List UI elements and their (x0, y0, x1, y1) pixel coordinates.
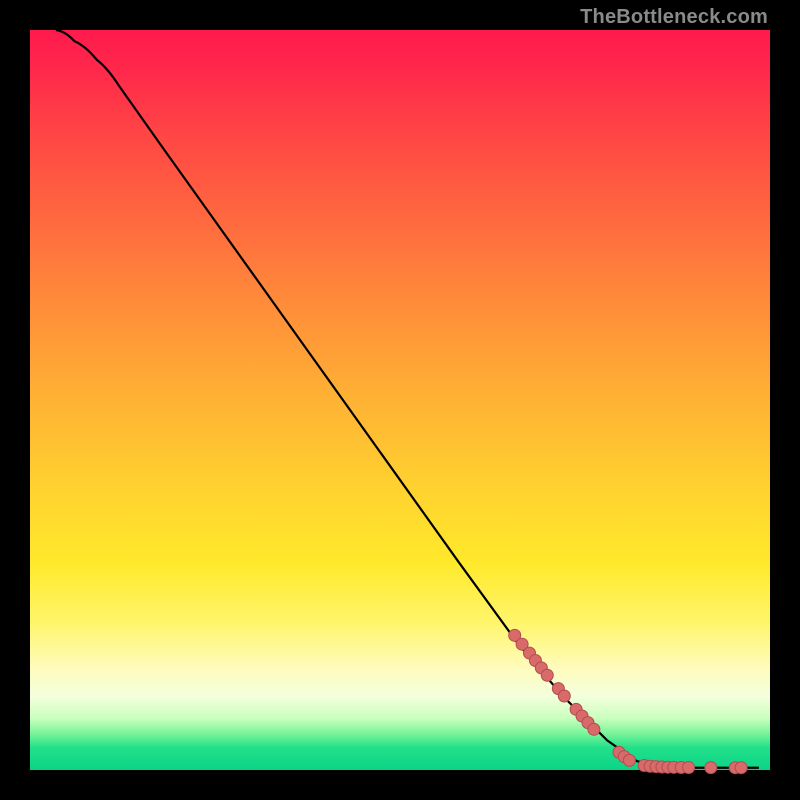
plot-area (30, 30, 770, 770)
highlight-markers (509, 629, 747, 773)
highlight-marker (705, 762, 717, 774)
chart-stage: TheBottleneck.com (0, 0, 800, 800)
highlight-marker (735, 762, 747, 774)
highlight-marker (558, 690, 570, 702)
bottleneck-curve-path (56, 30, 759, 768)
chart-svg (30, 30, 770, 770)
highlight-marker (588, 723, 600, 735)
highlight-marker (623, 754, 635, 766)
highlight-marker (683, 762, 695, 774)
highlight-marker (541, 669, 553, 681)
watermark-text: TheBottleneck.com (580, 6, 768, 29)
